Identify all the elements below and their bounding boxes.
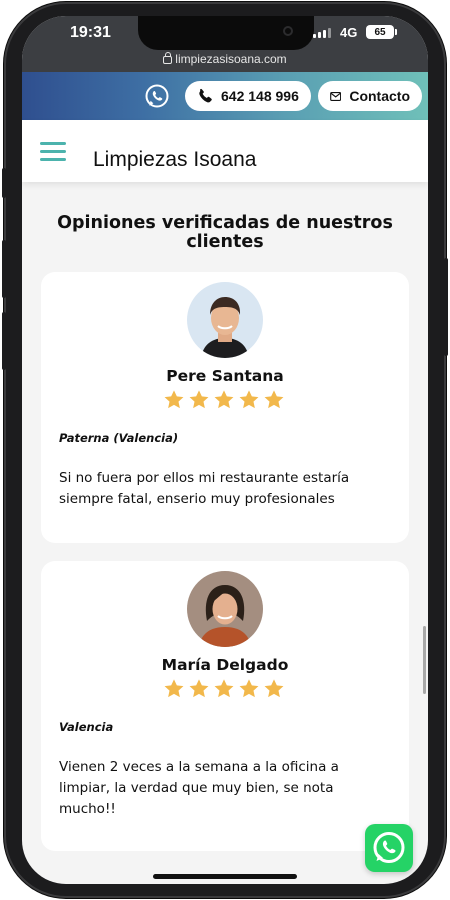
whatsapp-chat-button[interactable] — [365, 824, 413, 872]
scrollbar[interactable] — [423, 626, 426, 694]
star-icon — [239, 679, 259, 698]
phone-number: 642 148 996 — [221, 88, 299, 104]
review-text: Vienen 2 veces a la semana a la oficina … — [59, 759, 339, 817]
avatar — [187, 571, 263, 647]
reviewer-location: Valencia — [59, 720, 114, 734]
star-icon — [164, 679, 184, 698]
star-icon — [164, 390, 184, 409]
section-title: Opiniones verificadas de nuestros client… — [57, 213, 393, 252]
star-rating — [163, 389, 287, 411]
network-type: 4G — [340, 25, 358, 40]
star-icon — [239, 390, 259, 409]
battery-level: 65 — [374, 26, 386, 38]
status-bar: 19:31 4G 65 limpiezasisoana.com — [22, 16, 428, 72]
address-bar[interactable]: limpiezasisoana.com — [22, 52, 428, 66]
star-icon — [264, 390, 284, 409]
mail-icon — [330, 91, 342, 101]
camera-icon — [283, 26, 293, 36]
contact-label: Contacto — [349, 88, 410, 104]
star-icon — [214, 679, 234, 698]
star-icon — [214, 390, 234, 409]
review-card: María Delgado Valencia Vienen 2 veces a … — [41, 561, 409, 851]
avatar — [187, 282, 263, 358]
review-text: Si no fuera por ellos mi restaurante est… — [59, 470, 350, 507]
hamburger-icon[interactable] — [40, 142, 66, 162]
status-time: 19:31 — [70, 24, 111, 41]
whatsapp-icon[interactable] — [144, 83, 170, 109]
star-rating — [163, 678, 287, 700]
battery-tip — [395, 29, 397, 35]
phone-mute-switch — [2, 168, 6, 198]
site-brand[interactable]: Limpiezas Isoana — [93, 148, 256, 172]
star-icon — [189, 679, 209, 698]
home-indicator — [153, 874, 297, 879]
reviewer-name: María Delgado — [161, 656, 289, 674]
contact-bar: 642 148 996 Contacto — [22, 72, 428, 120]
whatsapp-icon — [373, 832, 405, 863]
dynamic-island — [138, 16, 314, 50]
contact-button[interactable]: Contacto — [318, 81, 422, 111]
phone-volume-up-button — [2, 240, 6, 298]
phone-power-button — [444, 258, 448, 356]
star-icon — [264, 679, 284, 698]
phone-icon — [199, 88, 212, 103]
signal-icon — [313, 28, 331, 38]
lock-icon — [163, 52, 173, 64]
battery-icon: 65 — [366, 25, 394, 39]
review-card: Pere Santana Paterna (Valencia) Si no fu… — [41, 272, 409, 543]
reviewer-location: Paterna (Valencia) — [59, 431, 179, 445]
reviewer-name: Pere Santana — [166, 367, 284, 385]
phone-screen: 19:31 4G 65 limpiezasisoana.com 642 148 … — [22, 16, 428, 884]
site-header: Limpiezas Isoana — [22, 120, 428, 182]
star-icon — [189, 390, 209, 409]
phone-volume-down-button — [2, 312, 6, 370]
url-text: limpiezasisoana.com — [175, 52, 287, 66]
call-button[interactable]: 642 148 996 — [185, 81, 311, 111]
